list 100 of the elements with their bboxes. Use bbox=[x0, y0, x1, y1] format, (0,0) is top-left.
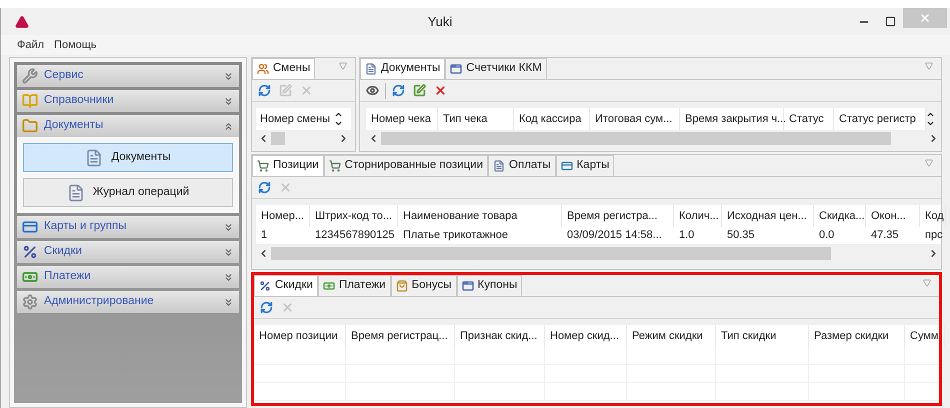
table-cell-text: Платье трикотажное bbox=[402, 228, 509, 244]
tab[interactable]: Карты bbox=[556, 155, 614, 176]
scroll-up-icon[interactable] bbox=[926, 110, 935, 119]
sidebar-item[interactable]: Журнал операций bbox=[23, 178, 233, 207]
scrollbar-thumb[interactable] bbox=[271, 132, 285, 144]
refresh-button[interactable] bbox=[256, 179, 273, 196]
column-header[interactable]: Время регистрац... bbox=[346, 325, 455, 347]
column-header[interactable]: Номер... bbox=[256, 205, 310, 227]
dropdown-icon[interactable] bbox=[925, 159, 933, 167]
dropdown-icon[interactable] bbox=[339, 62, 347, 70]
document-icon bbox=[493, 160, 506, 172]
expand-icon bbox=[223, 222, 234, 232]
column-header[interactable]: Штрих-код то... bbox=[310, 205, 398, 227]
maximize-icon bbox=[884, 16, 896, 27]
column-header[interactable]: Скидка... bbox=[814, 205, 866, 227]
sidebar-group-header[interactable]: Сервис bbox=[17, 65, 239, 87]
menu-item[interactable]: Помощь bbox=[54, 36, 97, 54]
refresh-button[interactable] bbox=[390, 82, 407, 99]
card-icon bbox=[22, 219, 38, 235]
tab[interactable]: Документы bbox=[360, 58, 446, 79]
sidebar-group-header[interactable]: Карты и группы bbox=[17, 216, 239, 238]
cart-icon bbox=[328, 160, 341, 172]
expand-icon bbox=[223, 296, 234, 308]
app-logo-icon bbox=[15, 14, 29, 28]
tab[interactable]: Платежи bbox=[318, 275, 391, 296]
edit-icon bbox=[279, 84, 292, 97]
tab[interactable]: Счетчики ККМ bbox=[445, 58, 547, 79]
table-cell-text: 1 bbox=[260, 228, 268, 244]
delete-icon bbox=[300, 84, 313, 97]
sidebar-group-header[interactable]: Документы bbox=[17, 115, 239, 137]
dropdown-icon[interactable] bbox=[925, 62, 933, 70]
sidebar-group-header[interactable]: Скидки bbox=[17, 241, 239, 263]
refresh-button[interactable] bbox=[256, 82, 273, 99]
document-icon bbox=[66, 184, 85, 202]
scroll-down-icon[interactable] bbox=[926, 119, 935, 128]
menu-item[interactable]: Файл bbox=[17, 36, 44, 54]
refresh-icon bbox=[258, 181, 271, 194]
edit-icon bbox=[413, 84, 426, 97]
expand-icon bbox=[223, 272, 234, 282]
money-icon bbox=[22, 269, 38, 285]
expand-icon bbox=[223, 246, 234, 258]
tab[interactable]: Скидки bbox=[254, 275, 318, 296]
column-header[interactable]: Номер скид... bbox=[545, 325, 627, 347]
tab[interactable]: Купоны bbox=[456, 275, 522, 296]
scroll-up-icon[interactable] bbox=[334, 110, 344, 119]
refresh-icon bbox=[260, 301, 273, 314]
bag-icon bbox=[396, 280, 408, 292]
sidebar-group-header[interactable]: Платежи bbox=[17, 266, 239, 288]
refresh-button[interactable] bbox=[258, 299, 275, 316]
table-cell-text: 1.0 bbox=[678, 228, 696, 244]
wrench-icon bbox=[22, 68, 38, 84]
window-title: Yuki bbox=[426, 12, 454, 31]
refresh-icon bbox=[258, 84, 271, 97]
column-header[interactable]: Сумм bbox=[905, 325, 945, 347]
tab[interactable]: Смены bbox=[252, 58, 316, 79]
scroll-down-icon[interactable] bbox=[334, 119, 344, 128]
tab[interactable]: Позиции bbox=[252, 155, 324, 176]
gear-icon bbox=[22, 294, 38, 310]
delete-icon bbox=[281, 301, 294, 314]
column-header[interactable]: Код bbox=[920, 205, 946, 227]
cart-icon bbox=[257, 160, 269, 172]
column-header[interactable]: Размер скидки bbox=[809, 325, 905, 347]
column-header[interactable]: Номер позиции bbox=[254, 325, 346, 347]
tab[interactable]: Оплаты bbox=[488, 155, 556, 176]
expand-icon bbox=[223, 96, 234, 106]
table-cell-text: 03/09/2015 14:58... bbox=[566, 228, 663, 244]
tab[interactable]: Сторнированные позиции bbox=[324, 155, 488, 176]
column-header[interactable]: Наименование товара bbox=[398, 205, 562, 227]
collapse-icon bbox=[223, 120, 234, 132]
delete-icon bbox=[434, 84, 447, 97]
sidebar-group-header[interactable]: Справочники bbox=[17, 90, 239, 112]
delete-icon bbox=[279, 181, 292, 194]
table-cell-text: 50.35 bbox=[726, 228, 756, 244]
refresh-icon bbox=[392, 84, 405, 97]
tab[interactable]: Бонусы bbox=[390, 275, 457, 296]
column-header[interactable]: Колич... bbox=[674, 205, 722, 227]
sidebar-item[interactable]: Документы bbox=[23, 143, 233, 172]
column-header[interactable]: Окон... bbox=[866, 205, 920, 227]
table-cell-text: 47.35 bbox=[870, 228, 900, 244]
close-icon bbox=[919, 12, 931, 24]
table-cell-text: 1234567890125 bbox=[314, 228, 396, 244]
document-icon bbox=[365, 63, 377, 75]
scrollbar-thumb[interactable] bbox=[271, 246, 831, 260]
table-cell-text: прс bbox=[924, 228, 944, 244]
column-header[interactable]: Тип скидки bbox=[716, 325, 809, 347]
column-header[interactable]: Режим скидки bbox=[627, 325, 716, 347]
column-header[interactable]: Исходная цен... bbox=[722, 205, 814, 227]
percent-icon bbox=[259, 280, 271, 292]
window-icon bbox=[450, 63, 462, 75]
edit-button[interactable] bbox=[411, 82, 428, 99]
book-icon bbox=[22, 93, 38, 109]
document-icon bbox=[85, 148, 104, 166]
dropdown-icon[interactable] bbox=[923, 279, 931, 287]
scrollbar-thumb[interactable] bbox=[381, 132, 891, 144]
sidebar-group-header[interactable]: Администрирование bbox=[17, 291, 239, 313]
table-cell-text: 0.0 bbox=[818, 228, 836, 244]
column-header[interactable]: Признак скид... bbox=[455, 325, 545, 347]
column-header[interactable]: Время регистра... bbox=[562, 205, 674, 227]
folder-icon bbox=[22, 118, 38, 134]
window-icon bbox=[462, 280, 474, 292]
